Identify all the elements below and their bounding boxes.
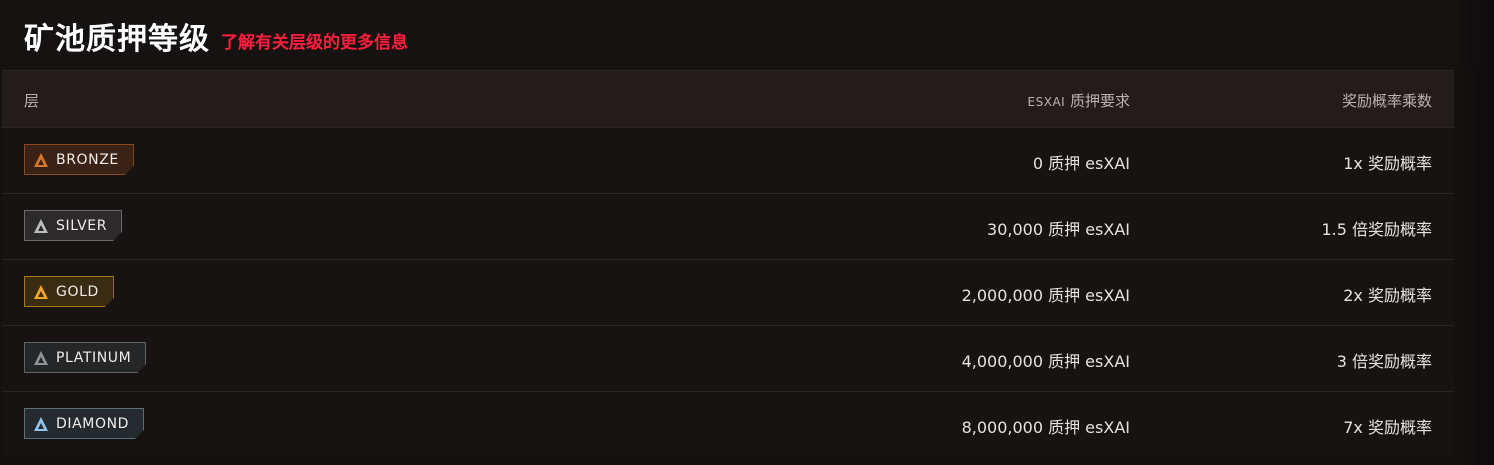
column-header-requirement: ESXAI 质押要求 — [1028, 90, 1130, 111]
column-header-requirement-label: 质押要求 — [1065, 92, 1130, 110]
requirement-value: 4,000,000 质押 esXAI — [961, 352, 1130, 371]
tier-badge-diamond: DIAMOND — [24, 408, 144, 439]
table-row: GOLD 2,000,000 质押 esXAI 2x 奖励概率 — [2, 259, 1454, 325]
requirement-value: 30,000 质押 esXAI — [987, 220, 1130, 239]
requirement-value: 8,000,000 质押 esXAI — [961, 418, 1130, 437]
bronze-tier-icon — [33, 152, 49, 168]
pool-staking-panel: 矿池质押等级 了解有关层级的更多信息 层 ESXAI 质押要求 奖励概率乘数 B… — [0, 0, 1494, 465]
tier-table: 层 ESXAI 质押要求 奖励概率乘数 BRONZE 0 质押 esXAI 1x… — [2, 70, 1454, 457]
tier-badge-bronze: BRONZE — [24, 144, 134, 175]
column-header-requirement-prefix: ESXAI — [1027, 95, 1066, 109]
column-header-tier: 层 — [24, 92, 40, 110]
tier-name: DIAMOND — [56, 415, 130, 432]
diamond-tier-icon — [33, 416, 49, 432]
page-title: 矿池质押等级 — [24, 22, 210, 57]
multiplier-value: 7x 奖励概率 — [1343, 418, 1432, 437]
right-edge-shadow — [1454, 0, 1494, 465]
column-header-multiplier: 奖励概率乘数 — [1341, 92, 1432, 110]
tier-badge-gold: GOLD — [24, 276, 114, 307]
table-row: BRONZE 0 质押 esXAI 1x 奖励概率 — [2, 127, 1454, 193]
tier-name: SILVER — [56, 217, 108, 234]
requirement-value: 2,000,000 质押 esXAI — [961, 286, 1130, 305]
table-row: SILVER 30,000 质押 esXAI 1.5 倍奖励概率 — [2, 193, 1454, 259]
tier-name: GOLD — [56, 283, 99, 300]
table-row: PLATINUM 4,000,000 质押 esXAI 3 倍奖励概率 — [2, 325, 1454, 391]
tier-badge-platinum: PLATINUM — [24, 342, 146, 373]
panel-header: 矿池质押等级 了解有关层级的更多信息 — [0, 0, 1494, 70]
tier-name: BRONZE — [56, 151, 119, 168]
requirement-value: 0 质押 esXAI — [1032, 154, 1130, 173]
multiplier-value: 1x 奖励概率 — [1343, 154, 1432, 173]
multiplier-value: 3 倍奖励概率 — [1336, 352, 1432, 371]
platinum-tier-icon — [33, 350, 49, 366]
silver-tier-icon — [33, 218, 49, 234]
gold-tier-icon — [33, 284, 49, 300]
table-header: 层 ESXAI 质押要求 奖励概率乘数 — [2, 70, 1454, 127]
multiplier-value: 1.5 倍奖励概率 — [1321, 220, 1432, 239]
multiplier-value: 2x 奖励概率 — [1343, 286, 1432, 305]
learn-more-link[interactable]: 了解有关层级的更多信息 — [221, 28, 408, 53]
tier-badge-silver: SILVER — [24, 210, 122, 241]
table-row: DIAMOND 8,000,000 质押 esXAI 7x 奖励概率 — [2, 391, 1454, 457]
tier-name: PLATINUM — [56, 349, 132, 366]
